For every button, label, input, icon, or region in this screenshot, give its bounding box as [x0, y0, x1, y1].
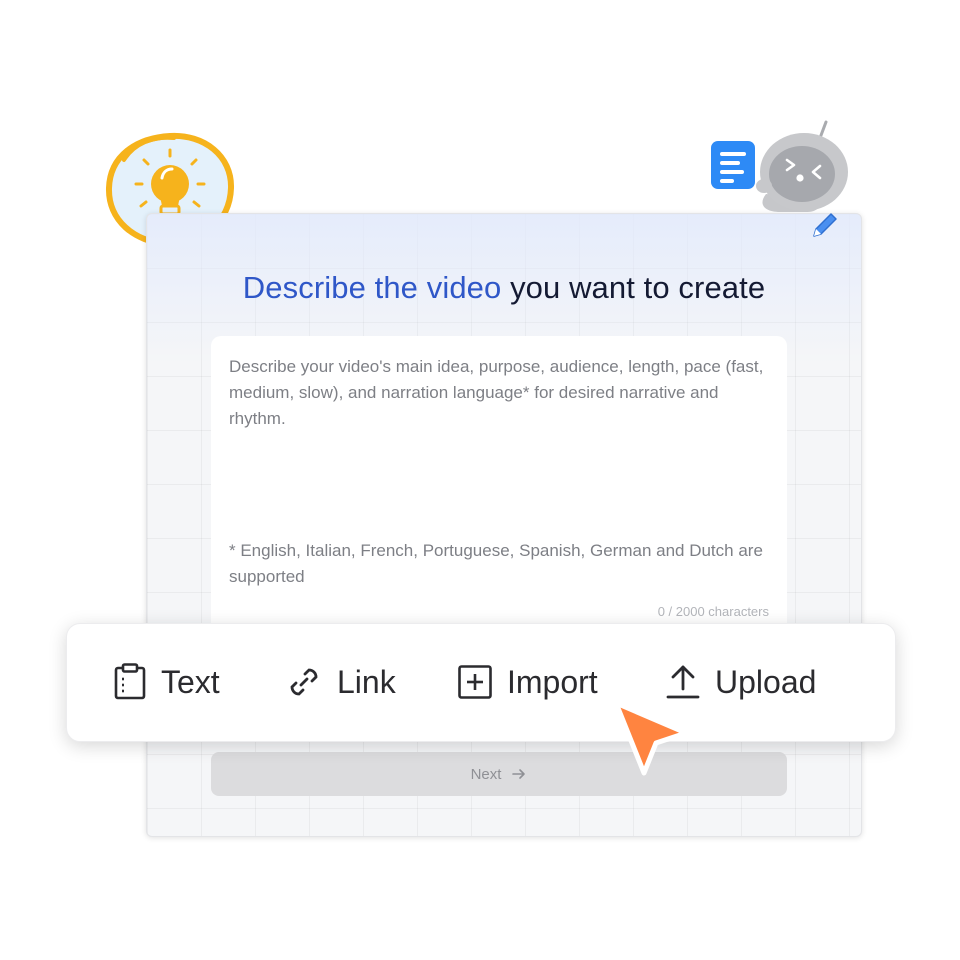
- arrow-right-icon: [512, 769, 526, 779]
- page-title: Describe the video you want to create: [147, 270, 861, 306]
- supported-languages-note: * English, Italian, French, Portuguese, …: [229, 541, 763, 586]
- character-counter: 0 / 2000 characters: [657, 604, 769, 619]
- text-source-button[interactable]: Text: [113, 662, 220, 702]
- text-source-label: Text: [161, 663, 220, 700]
- import-source-label: Import: [507, 663, 598, 700]
- upload-source-label: Upload: [715, 663, 817, 700]
- cursor-decoration: [608, 697, 694, 781]
- upload-source-button[interactable]: Upload: [665, 662, 816, 702]
- pencil-icon: [813, 213, 837, 237]
- title-rest: you want to create: [501, 270, 766, 305]
- clipboard-icon: [114, 663, 146, 700]
- link-source-button[interactable]: Link: [285, 662, 396, 702]
- title-accent: Describe the video: [242, 270, 502, 305]
- next-button[interactable]: Next: [211, 752, 787, 796]
- next-button-label: Next: [470, 765, 502, 783]
- video-description-input[interactable]: Describe your video's main idea, purpose…: [211, 336, 787, 636]
- input-placeholder: Describe your video's main idea, purpose…: [229, 357, 764, 428]
- link-source-label: Link: [337, 663, 396, 700]
- import-source-button[interactable]: Import: [457, 662, 598, 702]
- document-icon: [711, 141, 755, 189]
- source-toolbar: Text Link Import Upload: [66, 623, 896, 742]
- upload-icon: [666, 665, 700, 699]
- link-icon: [290, 668, 318, 696]
- robot-decoration: [706, 116, 852, 242]
- plus-square-icon: [458, 665, 492, 699]
- cursor-pointer-icon: [613, 700, 689, 776]
- create-video-card: Describe the video you want to create De…: [146, 213, 862, 837]
